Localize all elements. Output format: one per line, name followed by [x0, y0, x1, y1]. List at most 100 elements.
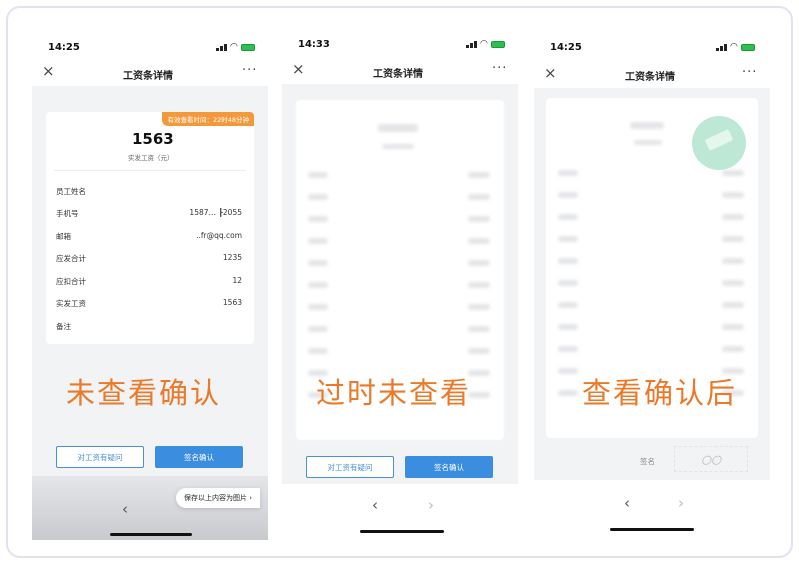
- wifi-icon: ◠: [480, 39, 488, 49]
- phone-expired: 14:33 ◠ × 工资条详情 ··· 对工资有疑问 签名确认 ‹ ›: [282, 28, 518, 540]
- bottom-bar: [534, 480, 770, 540]
- blurred-row: [468, 370, 490, 376]
- wifi-icon: ◠: [730, 42, 738, 52]
- back-icon[interactable]: ‹: [624, 496, 630, 511]
- blurred-row: [558, 346, 578, 352]
- blurred-row: [308, 238, 328, 244]
- blurred-row: [722, 346, 744, 352]
- home-indicator: [610, 528, 694, 531]
- more-icon[interactable]: ···: [492, 62, 507, 75]
- question-salary-button[interactable]: 对工资有疑问: [306, 456, 394, 478]
- net-pay-amount: 1563: [132, 130, 174, 148]
- phone-confirmed: 14:25 ◠ × 工资条详情 ··· 签名 〇〇 ‹ ›: [534, 28, 770, 540]
- row-value: ..fr@qq.com: [196, 231, 242, 240]
- blurred-row: [468, 348, 490, 354]
- blurred-row: [468, 282, 490, 288]
- blurred-row: [468, 260, 490, 266]
- blurred-row: [558, 324, 578, 330]
- blurred-amount: [630, 122, 664, 129]
- signature-label: 签名: [640, 457, 655, 466]
- forward-icon[interactable]: ›: [428, 498, 434, 513]
- row-label: 备注: [56, 322, 71, 331]
- row-label: 手机号: [56, 209, 79, 218]
- blurred-row: [308, 216, 328, 222]
- blurred-row: [468, 238, 490, 244]
- caption-confirmed: 查看确认后: [582, 376, 738, 410]
- status-time: 14:25: [550, 42, 582, 53]
- blurred-row: [468, 304, 490, 310]
- blurred-row: [722, 214, 744, 220]
- more-icon[interactable]: ···: [242, 64, 257, 77]
- wifi-icon: ◠: [230, 42, 238, 52]
- home-indicator: [360, 530, 444, 533]
- back-icon[interactable]: ‹: [122, 502, 128, 517]
- question-salary-button[interactable]: 对工资有疑问: [56, 446, 144, 468]
- sign-confirm-button[interactable]: 签名确认: [155, 446, 243, 468]
- blurred-row: [468, 216, 490, 222]
- blurred-row: [308, 282, 328, 288]
- home-indicator: [110, 533, 192, 536]
- blurred-row: [558, 192, 578, 198]
- confirmed-stamp-icon: [692, 116, 746, 170]
- bottom-bar: [32, 476, 268, 540]
- close-icon[interactable]: ×: [42, 64, 55, 79]
- status-icons: ◠: [466, 40, 505, 49]
- blurred-row: [468, 172, 490, 178]
- row-value: 12: [232, 276, 242, 285]
- status-time: 14:25: [48, 42, 80, 53]
- signal-icon: [716, 44, 727, 51]
- blurred-label: [382, 144, 414, 149]
- payslip-card: 有效查看时间：22时48分钟 1563 实发工资（元） 员工姓名 手机号 158…: [46, 112, 254, 344]
- phone-unviewed: 14:25 ◠ × 工资条详情 ··· 有效查看时间：22时48分钟 1563 …: [32, 28, 268, 540]
- signature-image: 〇〇: [674, 446, 748, 472]
- page-title: 工资条详情: [625, 72, 675, 83]
- blurred-amount: [378, 124, 418, 132]
- blurred-row: [558, 258, 578, 264]
- row-label: 邮箱: [56, 232, 71, 241]
- row-label: 实发工资: [56, 299, 86, 308]
- blurred-row: [722, 302, 744, 308]
- battery-icon: [490, 41, 505, 48]
- battery-icon: [240, 44, 255, 51]
- status-time: 14:33: [298, 39, 330, 50]
- blurred-row: [722, 280, 744, 286]
- close-icon[interactable]: ×: [544, 66, 557, 81]
- blurred-row: [558, 368, 578, 374]
- status-icons: ◠: [716, 43, 755, 52]
- status-icons: ◠: [216, 43, 255, 52]
- blurred-row: [722, 170, 744, 176]
- blurred-row: [468, 194, 490, 200]
- blurred-row: [308, 348, 328, 354]
- caption-expired: 过时未查看: [316, 376, 472, 410]
- blurred-row: [722, 236, 744, 242]
- blurred-row: [558, 390, 578, 396]
- back-icon[interactable]: ‹: [372, 498, 378, 513]
- caption-unviewed: 未查看确认: [66, 376, 222, 410]
- comparison-frame: 14:25 ◠ × 工资条详情 ··· 有效查看时间：22时48分钟 1563 …: [6, 6, 793, 558]
- blurred-row: [558, 302, 578, 308]
- forward-icon[interactable]: ›: [678, 496, 684, 511]
- row-label: 员工姓名: [56, 187, 86, 196]
- battery-icon: [740, 44, 755, 51]
- blurred-row: [558, 236, 578, 242]
- blurred-row: [558, 280, 578, 286]
- more-icon[interactable]: ···: [742, 66, 757, 79]
- row-value: 1235: [222, 253, 242, 262]
- row-label: 应扣合计: [56, 277, 86, 286]
- row-value: 1563: [222, 298, 242, 307]
- blurred-row: [722, 324, 744, 330]
- view-time-badge: 有效查看时间：22时48分钟: [162, 112, 254, 126]
- blurred-row: [558, 170, 578, 176]
- blurred-row: [722, 258, 744, 264]
- signal-icon: [466, 41, 477, 48]
- row-value: 1587… ┠2055: [189, 208, 242, 217]
- blurred-row: [308, 304, 328, 310]
- blurred-row: [468, 326, 490, 332]
- net-pay-label: 实发工资（元）: [128, 154, 174, 162]
- blurred-row: [308, 194, 328, 200]
- row-label: 应发合计: [56, 254, 86, 263]
- blurred-label: [634, 140, 662, 145]
- sign-confirm-button[interactable]: 签名确认: [405, 456, 493, 478]
- close-icon[interactable]: ×: [292, 62, 305, 77]
- save-as-image-button[interactable]: 保存以上内容为图片 ›: [176, 488, 261, 508]
